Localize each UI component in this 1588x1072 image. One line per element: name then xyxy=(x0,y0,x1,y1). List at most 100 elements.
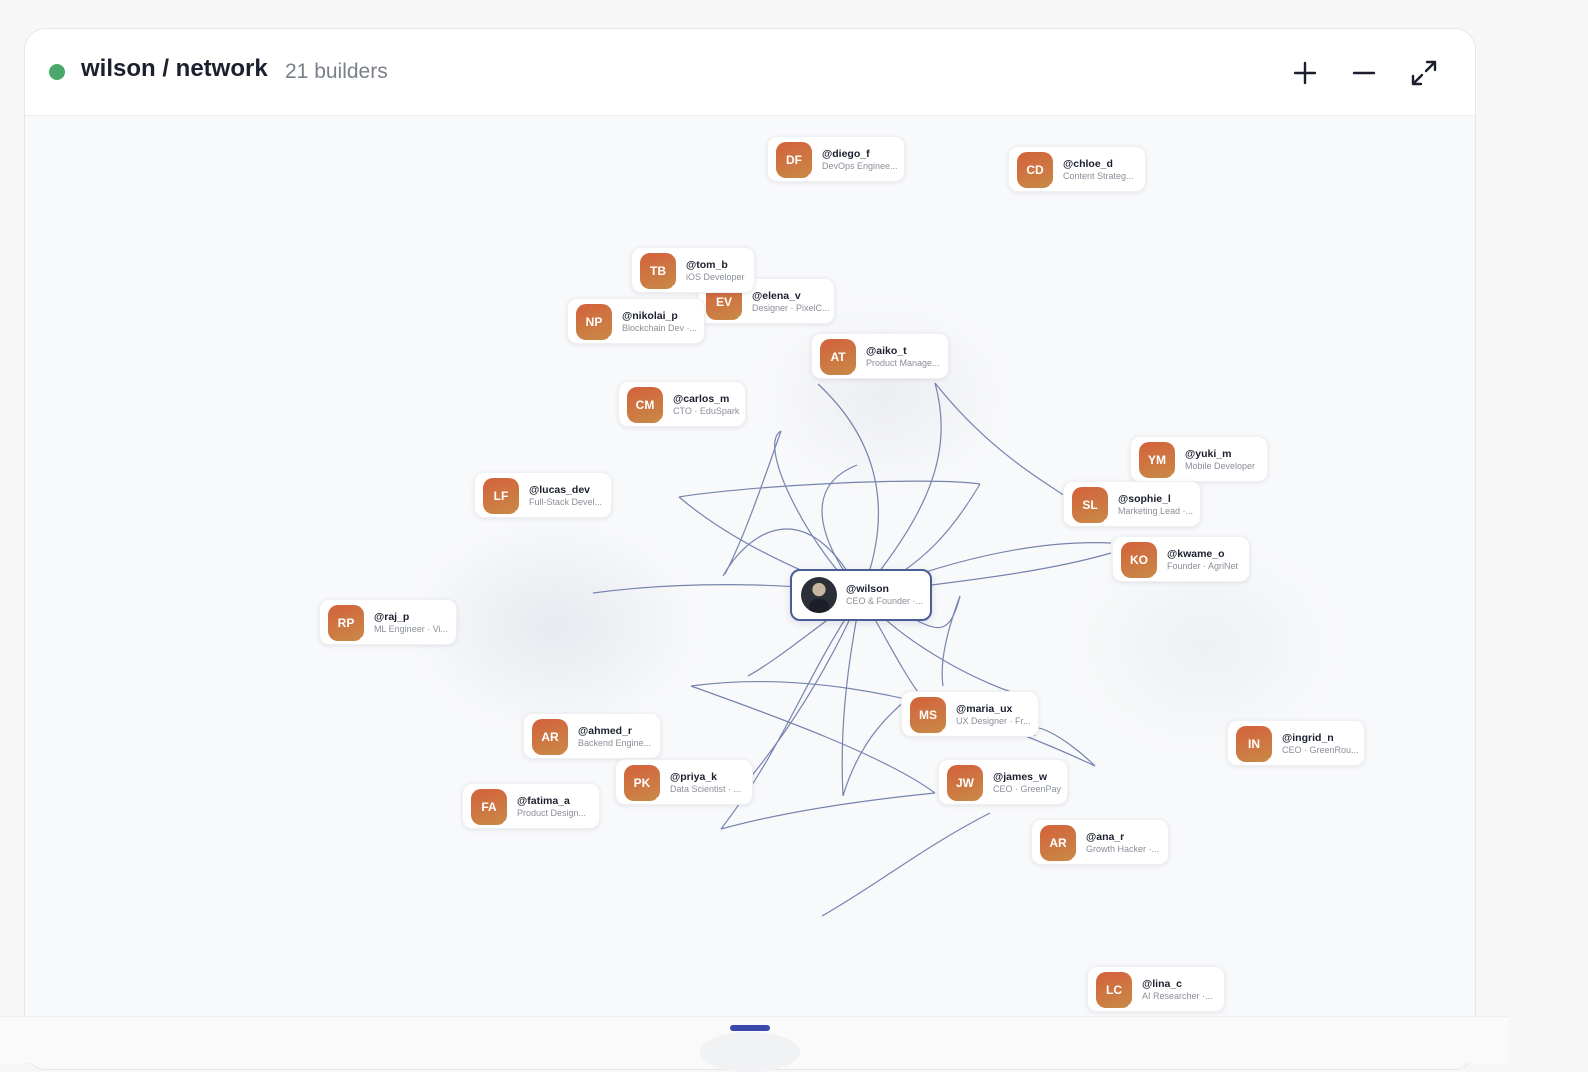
builder-node[interactable]: AT @aiko_t Product Manage... xyxy=(811,333,949,379)
builder-node[interactable]: CD @chloe_d Content Strateg... xyxy=(1008,146,1146,192)
expand-icon xyxy=(1411,60,1437,86)
expand-button[interactable] xyxy=(1404,53,1444,93)
node-role: Full-Stack Devel... xyxy=(529,497,603,507)
node-role: DevOps Enginee... xyxy=(822,161,898,171)
status-dot xyxy=(49,64,65,80)
builder-node[interactable]: AR @ahmed_r Backend Engine... xyxy=(523,713,661,759)
node-username: @maria_ux xyxy=(956,703,1013,715)
link xyxy=(860,382,942,596)
node-role: ML Engineer · Vi... xyxy=(374,624,449,634)
node-username: @kwame_o xyxy=(1167,548,1225,560)
sheet-tab xyxy=(700,1032,800,1072)
node-username: @diego_f xyxy=(822,148,870,160)
builder-node[interactable]: MS @maria_ux UX Designer · Fr... xyxy=(901,691,1039,737)
node-username: @fatima_a xyxy=(517,795,570,807)
builder-node[interactable]: AR @ana_r Growth Hacker ·... xyxy=(1031,819,1169,865)
node-username: @chloe_d xyxy=(1063,158,1113,170)
node-role: UX Designer · Fr... xyxy=(956,716,1031,726)
node-role: Designer · PixelC... xyxy=(752,303,830,313)
link xyxy=(934,382,1066,497)
avatar: DF xyxy=(776,142,813,179)
node-role: Mobile Developer xyxy=(1185,461,1256,471)
page-title: wilson / network xyxy=(81,55,268,82)
avatar: MS xyxy=(910,697,947,734)
builder-node[interactable]: CM @carlos_m CTO · EduSpark xyxy=(618,381,746,427)
minus-icon xyxy=(1352,71,1376,75)
center-node-wilson[interactable]: @wilson CEO & Founder ·... xyxy=(790,569,932,621)
avatar: LC xyxy=(1096,972,1133,1009)
node-username: @priya_k xyxy=(670,771,718,783)
network-canvas[interactable]: DF @diego_f DevOps Enginee... CD @chloe_… xyxy=(25,116,1475,1069)
link xyxy=(678,480,981,498)
avatar: AT xyxy=(820,339,857,376)
avatar-photo xyxy=(801,577,837,613)
link xyxy=(841,594,862,797)
builder-node[interactable]: LC @lina_c AI Researcher ·... xyxy=(1087,966,1225,1012)
avatar: AR xyxy=(1040,825,1077,862)
node-role: CTO · EduSpark xyxy=(673,406,740,416)
avatar: YM xyxy=(1139,442,1176,479)
link xyxy=(720,792,936,830)
zoom-out-button[interactable] xyxy=(1344,53,1384,93)
builder-node[interactable]: TB @tom_b iOS Developer xyxy=(631,247,755,293)
avatar: SL xyxy=(1072,487,1109,524)
node-role: Product Manage... xyxy=(866,358,940,368)
avatar: RP xyxy=(328,605,365,642)
center-role: CEO & Founder ·... xyxy=(846,596,924,606)
node-username: @nikolai_p xyxy=(622,310,678,322)
node-username: @aiko_t xyxy=(866,345,907,357)
node-role: CEO · GreenRou... xyxy=(1282,745,1359,755)
builder-node[interactable]: IN @ingrid_n CEO · GreenRou... xyxy=(1227,720,1365,766)
link xyxy=(821,812,991,917)
builder-node[interactable]: LF @lucas_dev Full-Stack Devel... xyxy=(474,472,612,518)
drag-handle[interactable] xyxy=(730,1025,770,1031)
node-username: @tom_b xyxy=(686,259,728,271)
plus-icon xyxy=(1293,61,1317,85)
node-username: @elena_v xyxy=(752,290,801,302)
panel-header: wilson / network 21 builders xyxy=(25,29,1475,116)
node-username: @raj_p xyxy=(374,611,410,623)
avatar: IN xyxy=(1236,726,1273,763)
avatar: LF xyxy=(483,478,520,515)
builder-node[interactable]: RP @raj_p ML Engineer · Vi... xyxy=(319,599,457,645)
center-username: @wilson xyxy=(846,583,889,595)
avatar: FA xyxy=(471,789,508,826)
node-role: AI Researcher ·... xyxy=(1142,991,1213,1001)
zoom-in-button[interactable] xyxy=(1285,53,1325,93)
avatar: JW xyxy=(947,765,984,802)
avatar: NP xyxy=(576,304,613,341)
node-role: Product Design... xyxy=(517,808,587,818)
link xyxy=(724,430,782,575)
node-username: @yuki_m xyxy=(1185,448,1232,460)
builder-node[interactable]: JW @james_w CEO · GreenPay xyxy=(938,759,1068,805)
link xyxy=(744,594,862,785)
builder-node[interactable]: KO @kwame_o Founder · AgriNet xyxy=(1112,536,1250,582)
node-username: @ana_r xyxy=(1086,831,1125,843)
builder-node[interactable]: SL @sophie_l Marketing Lead ·... xyxy=(1063,481,1201,527)
avatar: AR xyxy=(532,719,569,756)
avatar: TB xyxy=(640,253,677,290)
node-role: Backend Engine... xyxy=(578,738,652,748)
node-username: @sophie_l xyxy=(1118,493,1171,505)
node-username: @lucas_dev xyxy=(529,484,591,496)
node-role: Founder · AgriNet xyxy=(1167,561,1239,571)
builder-node[interactable]: DF @diego_f DevOps Enginee... xyxy=(767,136,905,182)
builder-node[interactable]: YM @yuki_m Mobile Developer xyxy=(1130,436,1268,482)
builder-node[interactable]: NP @nikolai_p Blockchain Dev ·... xyxy=(567,298,705,344)
builder-count: 21 builders xyxy=(285,60,388,83)
avatar: PK xyxy=(624,765,661,802)
node-username: @carlos_m xyxy=(673,393,730,405)
avatar: CD xyxy=(1017,152,1054,189)
avatar: CM xyxy=(627,387,664,424)
node-role: CEO · GreenPay xyxy=(993,784,1062,794)
network-panel: wilson / network 21 builders DF @diego_f… xyxy=(24,28,1476,1070)
node-username: @ingrid_n xyxy=(1282,732,1334,744)
builder-node[interactable]: FA @fatima_a Product Design... xyxy=(462,783,600,829)
node-username: @james_w xyxy=(993,771,1048,783)
node-username: @ahmed_r xyxy=(578,725,633,737)
node-role: iOS Developer xyxy=(686,272,745,282)
node-username: @lina_c xyxy=(1142,978,1183,990)
builder-node[interactable]: PK @priya_k Data Scientist · ... xyxy=(615,759,753,805)
node-role: Data Scientist · ... xyxy=(670,784,742,794)
node-role: Marketing Lead ·... xyxy=(1118,506,1194,516)
